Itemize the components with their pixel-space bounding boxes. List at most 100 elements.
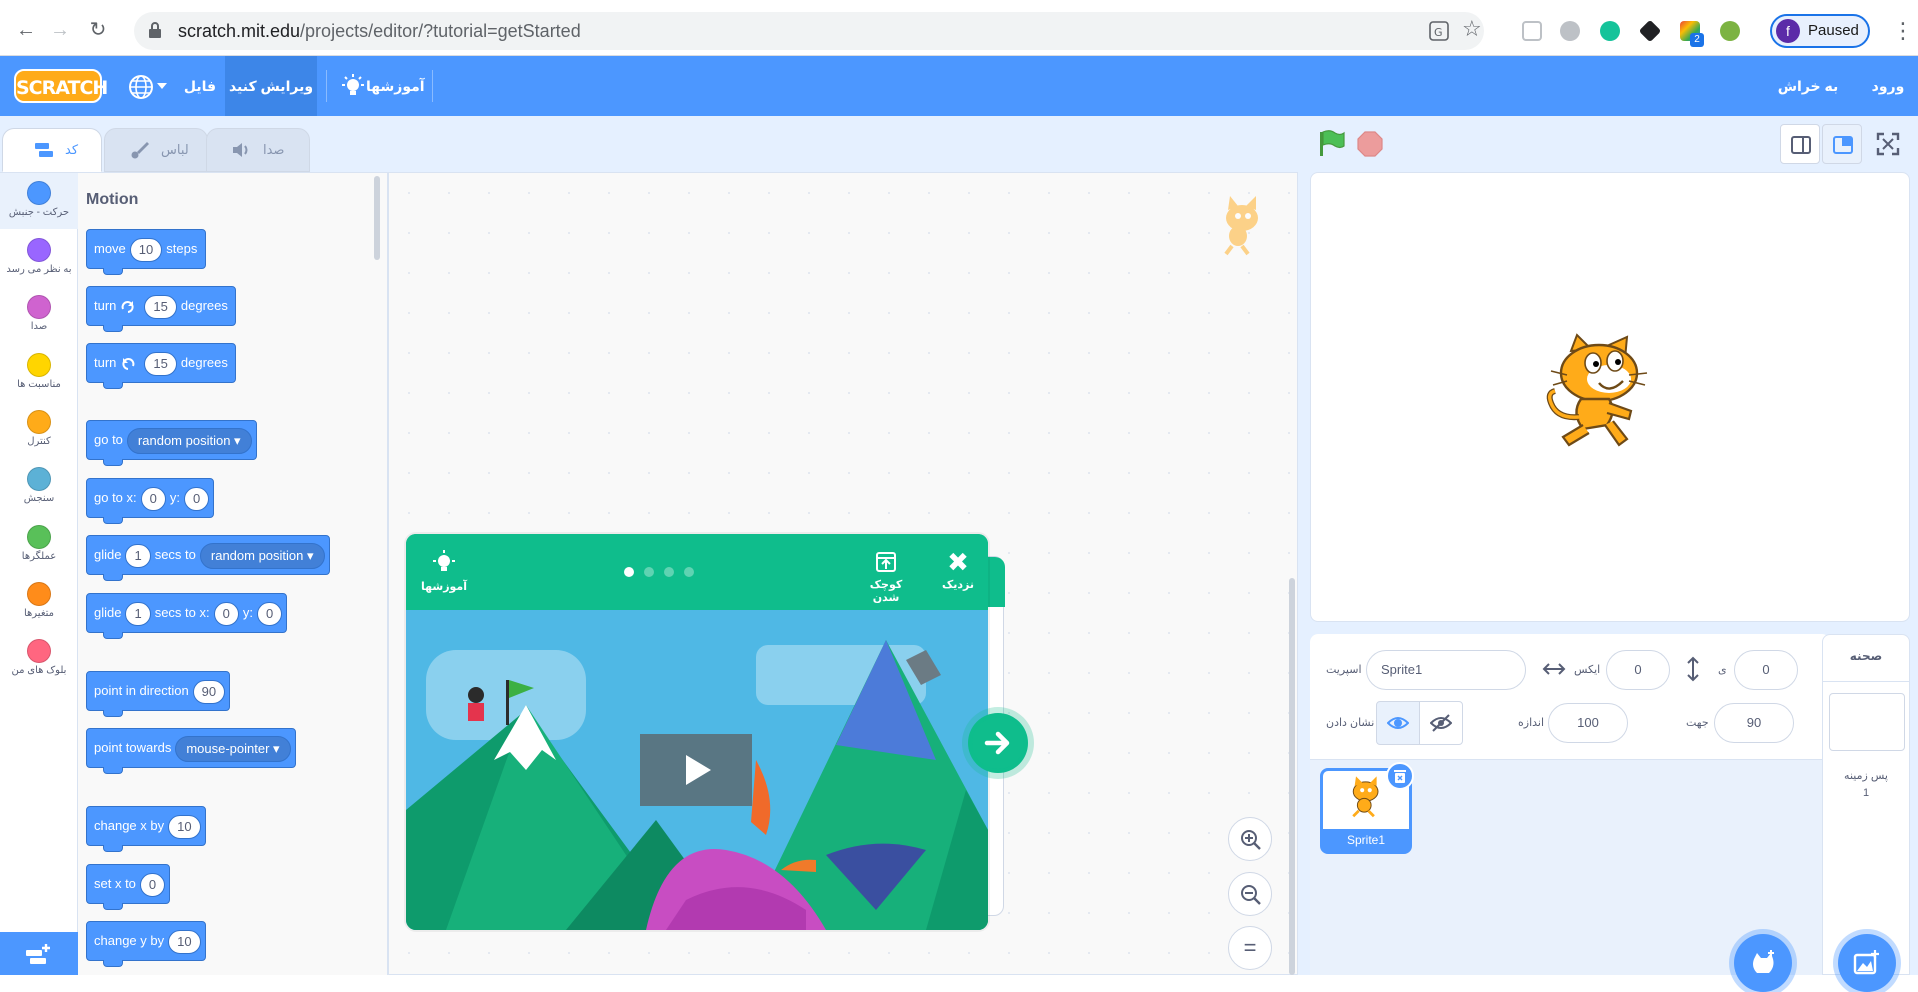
stage-target-panel[interactable]: صحنه پس زمینه 1	[1822, 634, 1910, 975]
extension-pocket-icon[interactable]	[1560, 21, 1580, 41]
category-motion[interactable]: حرکت - جنبش	[0, 173, 78, 229]
back-icon[interactable]: ←	[14, 18, 38, 42]
block-input[interactable]: 10	[129, 237, 163, 262]
category-control[interactable]: کنترل	[0, 402, 78, 458]
extension-grammarly-icon[interactable]	[1600, 21, 1620, 41]
zoom-in-button[interactable]	[1228, 817, 1272, 861]
block-input[interactable]: 0	[256, 601, 283, 626]
block-input[interactable]: 1	[125, 543, 151, 568]
direction-input[interactable]: 90	[1714, 703, 1794, 743]
menu-edit[interactable]: ویرایش کنید	[225, 56, 317, 116]
show-sprite-button[interactable]	[1376, 701, 1420, 745]
profile-button[interactable]: f Paused	[1770, 14, 1870, 48]
block-change-y[interactable]: change y by 10	[86, 921, 206, 967]
block-go-to-xy[interactable]: go to x: 0 y: 0	[86, 478, 215, 524]
next-step-button[interactable]	[968, 713, 1028, 773]
palette-scrollbar[interactable]	[374, 176, 380, 260]
close-card-button[interactable]: ✖ نزدیک	[938, 549, 978, 591]
x-input[interactable]: 0	[1606, 650, 1670, 690]
shrink-button[interactable]: کوچک شدن	[856, 550, 916, 604]
backdrop-thumbnail[interactable]	[1829, 693, 1905, 751]
block-point-in-direction[interactable]: point in direction 90	[86, 671, 231, 717]
sprite-name-input[interactable]: Sprite1	[1366, 650, 1526, 690]
progress-dot[interactable]	[644, 567, 654, 577]
tab-costumes[interactable]: لباس	[104, 128, 208, 172]
join-scratch-link[interactable]: به خراش بپیوندید	[1758, 56, 1858, 154]
normal-stage-button[interactable]	[1822, 124, 1862, 164]
block-turn-right[interactable]: turn 15 degrees	[86, 286, 237, 332]
small-stage-button[interactable]	[1780, 124, 1820, 164]
tutorial-video[interactable]	[406, 610, 988, 930]
menu-tutorials[interactable]: آموزشها	[366, 56, 425, 116]
block-point-towards[interactable]: point towards mouse-pointer ▾	[86, 728, 296, 774]
block-dropdown[interactable]: random position ▾	[199, 542, 325, 569]
progress-dot[interactable]	[664, 567, 674, 577]
block-input[interactable]: 10	[168, 814, 201, 839]
profile-status: Paused	[1808, 22, 1859, 39]
fullscreen-button[interactable]	[1868, 124, 1908, 164]
extension-clipboard-icon[interactable]	[1522, 21, 1542, 41]
choose-backdrop-button[interactable]	[1838, 934, 1896, 992]
block-dropdown[interactable]: mouse-pointer ▾	[175, 735, 291, 762]
block-turn-left[interactable]: turn 15 degrees	[86, 343, 237, 389]
progress-dot[interactable]	[684, 567, 694, 577]
block-text: glide	[94, 605, 122, 620]
block-input[interactable]: 15	[144, 351, 177, 376]
rotate-right-icon	[122, 300, 134, 313]
reload-icon[interactable]: ↻	[86, 18, 110, 42]
size-input[interactable]: 100	[1548, 703, 1628, 743]
block-move-steps[interactable]: move 10 steps	[86, 229, 206, 275]
delete-sprite-button[interactable]	[1386, 762, 1414, 790]
bookmark-star-icon[interactable]: ☆	[1462, 16, 1482, 42]
block-glide-xy[interactable]: glide 1 secs to x: 0 y: 0	[86, 593, 288, 639]
translate-icon[interactable]: G	[1429, 21, 1449, 41]
block-input[interactable]: 15	[144, 294, 177, 319]
extension-cube-icon[interactable]	[1638, 19, 1662, 43]
block-input[interactable]: 0	[184, 486, 210, 511]
progress-dot[interactable]	[624, 567, 634, 577]
block-input[interactable]: 0	[139, 872, 166, 897]
address-bar[interactable]: scratch.mit.edu/projects/editor/?tutoria…	[134, 12, 1484, 50]
block-input[interactable]: 1	[125, 601, 151, 626]
sign-in-link[interactable]: ورود	[1868, 56, 1908, 116]
language-globe-icon[interactable]	[128, 74, 154, 100]
stop-sign-icon[interactable]	[1356, 130, 1384, 158]
category-my-blocks[interactable]: بلوک های من	[0, 631, 78, 687]
block-notch	[103, 459, 123, 466]
block-input[interactable]: 0	[140, 486, 166, 511]
block-set-x[interactable]: set x to 0	[86, 864, 171, 910]
category-events[interactable]: مناسبت ها	[0, 345, 78, 401]
green-flag-icon[interactable]	[1316, 128, 1346, 158]
zoom-reset-button[interactable]: =	[1228, 926, 1272, 970]
block-change-x[interactable]: change x by 10	[86, 806, 206, 852]
add-extension-button[interactable]	[0, 932, 78, 975]
tab-sounds[interactable]: صدا	[206, 128, 310, 172]
extension-download-icon[interactable]	[1720, 21, 1740, 41]
block-go-to[interactable]: go to random position ▾	[86, 420, 257, 466]
palette-category-title: Motion	[86, 191, 139, 208]
scratch-logo[interactable]: SCRATCH	[14, 69, 108, 103]
category-variables[interactable]: متغیرها	[0, 574, 78, 630]
y-input[interactable]: 0	[1734, 650, 1798, 690]
menu-file[interactable]: فایل	[180, 56, 220, 116]
zoom-out-button[interactable]	[1228, 872, 1272, 916]
tab-code[interactable]: کد	[2, 128, 102, 172]
block-input[interactable]: 0	[213, 601, 239, 626]
browser-menu-icon[interactable]: ⋮	[1892, 18, 1914, 44]
category-operators[interactable]: عملگرها	[0, 517, 78, 573]
block-input[interactable]: 90	[192, 679, 226, 704]
block-dropdown[interactable]: random position ▾	[126, 427, 252, 454]
tutorials-label: آموزشها	[420, 581, 468, 593]
category-sensing[interactable]: سنجش	[0, 459, 78, 515]
forward-icon[interactable]: →	[48, 18, 72, 42]
category-sound[interactable]: صدا	[0, 287, 78, 343]
block-input[interactable]: 10	[168, 929, 201, 954]
tutorials-button[interactable]: آموزشها	[420, 550, 468, 593]
workspace-scrollbar[interactable]	[1289, 578, 1295, 975]
hide-sprite-button[interactable]	[1419, 701, 1463, 745]
choose-sprite-button[interactable]	[1734, 934, 1792, 992]
scratch-cat-sprite[interactable]	[1543, 333, 1673, 463]
category-looks[interactable]: به نظر می رسد	[0, 230, 78, 286]
block-glide[interactable]: glide 1 secs to random position ▾	[86, 535, 330, 581]
stage-canvas[interactable]	[1310, 172, 1910, 622]
